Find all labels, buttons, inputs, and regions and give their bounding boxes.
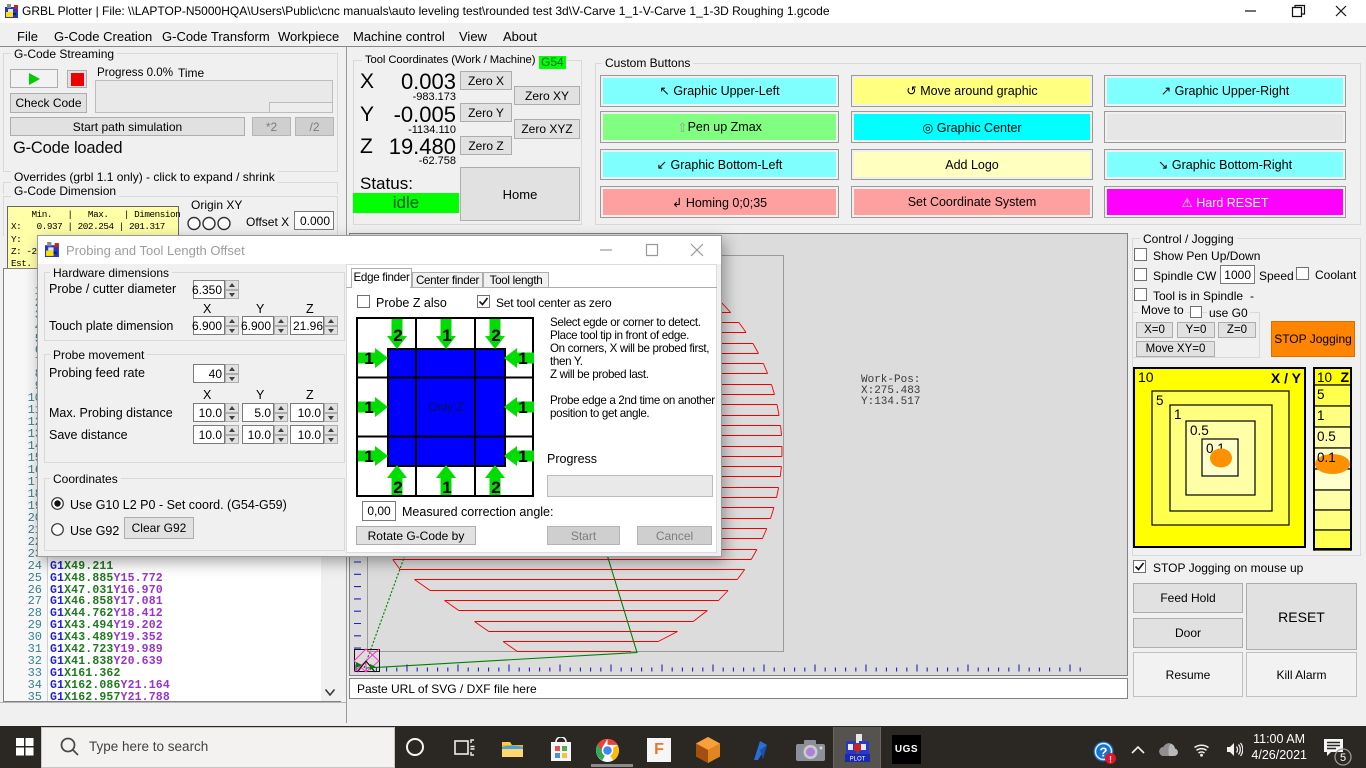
svg-text:1: 1 [518, 398, 527, 417]
svg-text:5: 5 [1317, 387, 1325, 402]
svg-text:1: 1 [364, 349, 373, 368]
svg-text:2: 2 [393, 326, 402, 345]
svg-text:1: 1 [364, 447, 373, 466]
svg-text:!: ! [1109, 754, 1112, 764]
svg-text:1: 1 [1317, 408, 1325, 423]
svg-text:Z: Z [1340, 369, 1349, 385]
svg-text:5: 5 [1156, 393, 1164, 408]
svg-text:5: 5 [1340, 752, 1346, 764]
svg-text:10: 10 [1138, 369, 1154, 385]
svg-text:PLOT: PLOT [850, 757, 866, 763]
svg-text:0.5: 0.5 [1317, 429, 1336, 444]
svg-text:1: 1 [442, 478, 451, 497]
svg-text:Only Z: Only Z [428, 400, 463, 414]
svg-text:10: 10 [1317, 370, 1332, 385]
svg-text:1: 1 [442, 326, 451, 345]
svg-text:1: 1 [518, 349, 527, 368]
svg-text:2: 2 [491, 326, 500, 345]
svg-text:Y:134.517: Y:134.517 [861, 396, 920, 408]
svg-text:2: 2 [393, 478, 402, 497]
svg-text:X / Y: X / Y [1271, 370, 1302, 386]
svg-text:2: 2 [491, 478, 500, 497]
svg-text:1: 1 [1174, 407, 1182, 422]
svg-text:1: 1 [364, 398, 373, 417]
svg-text:0.5: 0.5 [1190, 423, 1209, 438]
svg-text:0.1: 0.1 [1317, 450, 1336, 465]
svg-text:1: 1 [518, 447, 527, 466]
